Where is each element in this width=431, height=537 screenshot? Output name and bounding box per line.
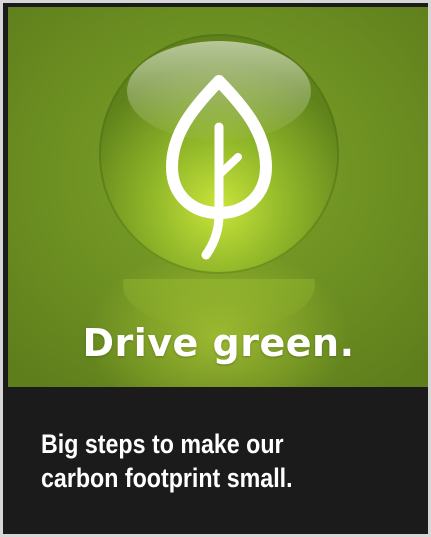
green-panel: Drive green. (8, 7, 428, 387)
tagline: Big steps to make our carbon footprint s… (41, 427, 359, 495)
tagline-line-1: Big steps to make our (41, 429, 284, 459)
drive-green-banner[interactable]: Drive green. Big steps to make our carbo… (0, 0, 431, 537)
headline: Drive green. (82, 321, 355, 365)
tagline-line-2: carbon footprint small. (41, 463, 293, 493)
green-orb (99, 34, 339, 274)
